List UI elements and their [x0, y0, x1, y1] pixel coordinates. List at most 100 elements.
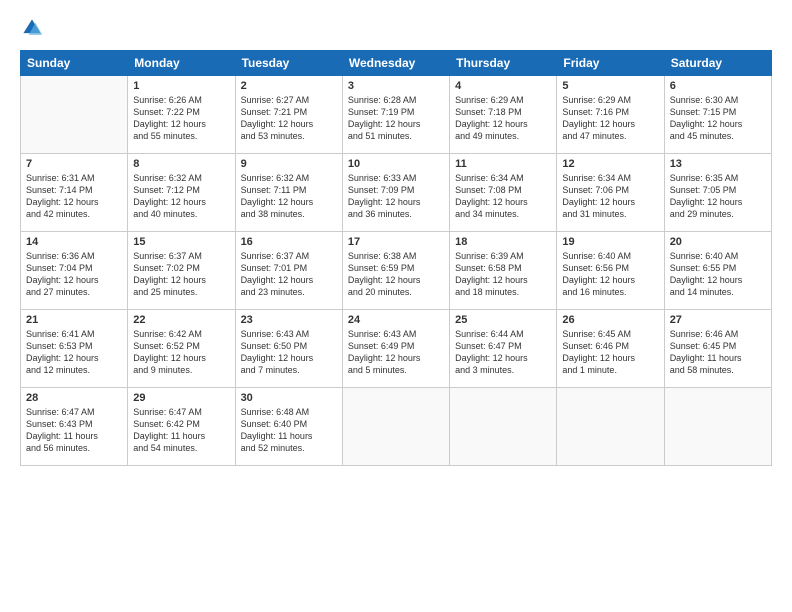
calendar-body: 1Sunrise: 6:26 AM Sunset: 7:22 PM Daylig…	[21, 76, 772, 466]
calendar-week-row: 1Sunrise: 6:26 AM Sunset: 7:22 PM Daylig…	[21, 76, 772, 154]
day-info: Sunrise: 6:32 AM Sunset: 7:12 PM Dayligh…	[133, 172, 229, 221]
day-number: 15	[133, 236, 229, 248]
calendar-cell: 12 Sunrise: 6:34 AM Sunset: 7:06 PM Dayli…	[557, 154, 664, 232]
calendar-cell: 16Sunrise: 6:37 AM Sunset: 7:01 PM Dayli…	[235, 232, 342, 310]
day-info: Sunrise: 6:38 AM Sunset: 6:59 PM Dayligh…	[348, 250, 444, 299]
calendar-cell: 26 Sunrise: 6:45 AM Sunset: 6:46 PM Dayli…	[557, 310, 664, 388]
day-info: Sunrise: 6:43 AM Sunset: 6:50 PM Dayligh…	[241, 328, 337, 377]
day-info: Sunrise: 6:36 AM Sunset: 7:04 PM Dayligh…	[26, 250, 122, 299]
calendar-cell: 1Sunrise: 6:26 AM Sunset: 7:22 PM Daylig…	[128, 76, 235, 154]
day-info: Sunrise: 6:43 AM Sunset: 6:49 PM Dayligh…	[348, 328, 444, 377]
day-info: Sunrise: 6:32 AM Sunset: 7:11 PM Dayligh…	[241, 172, 337, 221]
calendar-cell: 30 Sunrise: 6:48 AM Sunset: 6:40 PM Dayli…	[235, 388, 342, 466]
calendar-cell	[450, 388, 557, 466]
calendar-cell: 9 Sunrise: 6:32 AM Sunset: 7:11 PM Daylig…	[235, 154, 342, 232]
calendar-cell: 24 Sunrise: 6:43 AM Sunset: 6:49 PM Dayli…	[342, 310, 449, 388]
day-number: 11	[455, 158, 551, 170]
day-number: 21	[26, 314, 122, 326]
day-info: Sunrise: 6:29 AM Sunset: 7:16 PM Dayligh…	[562, 94, 658, 143]
day-number: 26	[562, 314, 658, 326]
day-info: Sunrise: 6:48 AM Sunset: 6:40 PM Dayligh…	[241, 406, 337, 455]
day-number: 10	[348, 158, 444, 170]
day-number: 1	[133, 80, 229, 92]
calendar-cell: 8 Sunrise: 6:32 AM Sunset: 7:12 PM Daylig…	[128, 154, 235, 232]
calendar-cell: 18Sunrise: 6:39 AM Sunset: 6:58 PM Dayli…	[450, 232, 557, 310]
day-info: Sunrise: 6:47 AM Sunset: 6:43 PM Dayligh…	[26, 406, 122, 455]
calendar-cell: 15 Sunrise: 6:37 AM Sunset: 7:02 PM Dayli…	[128, 232, 235, 310]
day-info: Sunrise: 6:40 AM Sunset: 6:56 PM Dayligh…	[562, 250, 658, 299]
day-info: Sunrise: 6:42 AM Sunset: 6:52 PM Dayligh…	[133, 328, 229, 377]
day-info: Sunrise: 6:35 AM Sunset: 7:05 PM Dayligh…	[670, 172, 766, 221]
logo-icon	[20, 16, 44, 40]
day-of-week-header: Monday	[128, 51, 235, 76]
day-number: 2	[241, 80, 337, 92]
day-of-week-header: Saturday	[664, 51, 771, 76]
day-info: Sunrise: 6:39 AM Sunset: 6:58 PM Dayligh…	[455, 250, 551, 299]
calendar-cell: 14 Sunrise: 6:36 AM Sunset: 7:04 PM Dayli…	[21, 232, 128, 310]
calendar-week-row: 28Sunrise: 6:47 AM Sunset: 6:43 PM Dayli…	[21, 388, 772, 466]
calendar-cell: 17 Sunrise: 6:38 AM Sunset: 6:59 PM Dayli…	[342, 232, 449, 310]
logo	[20, 16, 48, 40]
calendar-cell: 29 Sunrise: 6:47 AM Sunset: 6:42 PM Dayli…	[128, 388, 235, 466]
day-number: 23	[241, 314, 337, 326]
day-info: Sunrise: 6:41 AM Sunset: 6:53 PM Dayligh…	[26, 328, 122, 377]
day-info: Sunrise: 6:47 AM Sunset: 6:42 PM Dayligh…	[133, 406, 229, 455]
day-info: Sunrise: 6:29 AM Sunset: 7:18 PM Dayligh…	[455, 94, 551, 143]
day-number: 25	[455, 314, 551, 326]
day-number: 7	[26, 158, 122, 170]
day-info: Sunrise: 6:28 AM Sunset: 7:19 PM Dayligh…	[348, 94, 444, 143]
header	[20, 16, 772, 40]
calendar-cell: 19Sunrise: 6:40 AM Sunset: 6:56 PM Dayli…	[557, 232, 664, 310]
calendar-header: SundayMondayTuesdayWednesdayThursdayFrid…	[21, 51, 772, 76]
calendar-cell: 10 Sunrise: 6:33 AM Sunset: 7:09 PM Dayli…	[342, 154, 449, 232]
day-number: 17	[348, 236, 444, 248]
page: SundayMondayTuesdayWednesdayThursdayFrid…	[0, 0, 792, 612]
calendar-cell: 25 Sunrise: 6:44 AM Sunset: 6:47 PM Dayli…	[450, 310, 557, 388]
calendar-cell	[342, 388, 449, 466]
day-info: Sunrise: 6:31 AM Sunset: 7:14 PM Dayligh…	[26, 172, 122, 221]
calendar-cell: 21 Sunrise: 6:41 AM Sunset: 6:53 PM Dayli…	[21, 310, 128, 388]
calendar-week-row: 7 Sunrise: 6:31 AM Sunset: 7:14 PM Daylig…	[21, 154, 772, 232]
day-number: 24	[348, 314, 444, 326]
day-number: 3	[348, 80, 444, 92]
day-number: 27	[670, 314, 766, 326]
calendar-cell	[557, 388, 664, 466]
days-of-week-row: SundayMondayTuesdayWednesdayThursdayFrid…	[21, 51, 772, 76]
calendar-cell	[664, 388, 771, 466]
calendar-cell: 20Sunrise: 6:40 AM Sunset: 6:55 PM Dayli…	[664, 232, 771, 310]
day-number: 9	[241, 158, 337, 170]
day-number: 30	[241, 392, 337, 404]
day-info: Sunrise: 6:34 AM Sunset: 7:06 PM Dayligh…	[562, 172, 658, 221]
calendar-table: SundayMondayTuesdayWednesdayThursdayFrid…	[20, 50, 772, 466]
calendar-cell: 4 Sunrise: 6:29 AM Sunset: 7:18 PM Daylig…	[450, 76, 557, 154]
day-number: 14	[26, 236, 122, 248]
day-number: 16	[241, 236, 337, 248]
day-info: Sunrise: 6:27 AM Sunset: 7:21 PM Dayligh…	[241, 94, 337, 143]
day-of-week-header: Wednesday	[342, 51, 449, 76]
calendar-cell: 27 Sunrise: 6:46 AM Sunset: 6:45 PM Dayli…	[664, 310, 771, 388]
day-of-week-header: Friday	[557, 51, 664, 76]
calendar-cell: 28Sunrise: 6:47 AM Sunset: 6:43 PM Dayli…	[21, 388, 128, 466]
day-info: Sunrise: 6:37 AM Sunset: 7:02 PM Dayligh…	[133, 250, 229, 299]
day-info: Sunrise: 6:45 AM Sunset: 6:46 PM Dayligh…	[562, 328, 658, 377]
calendar-cell: 23 Sunrise: 6:43 AM Sunset: 6:50 PM Dayli…	[235, 310, 342, 388]
day-number: 22	[133, 314, 229, 326]
calendar-cell: 13 Sunrise: 6:35 AM Sunset: 7:05 PM Dayli…	[664, 154, 771, 232]
day-info: Sunrise: 6:33 AM Sunset: 7:09 PM Dayligh…	[348, 172, 444, 221]
calendar-cell: 5Sunrise: 6:29 AM Sunset: 7:16 PM Daylig…	[557, 76, 664, 154]
day-number: 4	[455, 80, 551, 92]
calendar-cell: 11 Sunrise: 6:34 AM Sunset: 7:08 PM Dayli…	[450, 154, 557, 232]
day-info: Sunrise: 6:34 AM Sunset: 7:08 PM Dayligh…	[455, 172, 551, 221]
calendar-week-row: 21 Sunrise: 6:41 AM Sunset: 6:53 PM Dayli…	[21, 310, 772, 388]
calendar-cell: 7 Sunrise: 6:31 AM Sunset: 7:14 PM Daylig…	[21, 154, 128, 232]
day-info: Sunrise: 6:44 AM Sunset: 6:47 PM Dayligh…	[455, 328, 551, 377]
day-number: 29	[133, 392, 229, 404]
calendar-cell: 2 Sunrise: 6:27 AM Sunset: 7:21 PM Daylig…	[235, 76, 342, 154]
calendar-cell	[21, 76, 128, 154]
day-of-week-header: Thursday	[450, 51, 557, 76]
day-number: 13	[670, 158, 766, 170]
day-info: Sunrise: 6:46 AM Sunset: 6:45 PM Dayligh…	[670, 328, 766, 377]
day-info: Sunrise: 6:30 AM Sunset: 7:15 PM Dayligh…	[670, 94, 766, 143]
day-number: 12	[562, 158, 658, 170]
day-number: 8	[133, 158, 229, 170]
